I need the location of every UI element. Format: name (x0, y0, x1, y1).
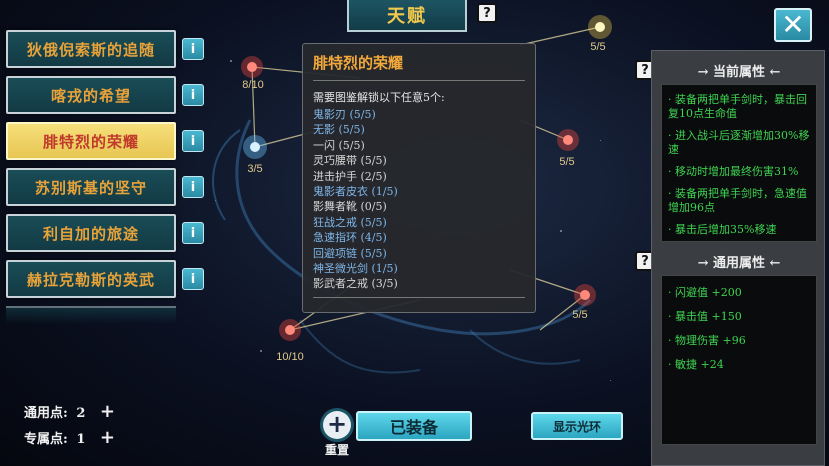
tooltip-item: 进击护手 (2/5) (313, 169, 387, 183)
attr-line: · 闪避值 +200 (668, 286, 742, 299)
reset-icon: + (323, 411, 351, 439)
info-icon[interactable]: i (182, 268, 204, 290)
close-icon: ✕ (781, 8, 805, 41)
talent-label: 腓特烈的荣耀 (42, 132, 139, 151)
talent-item-frederick[interactable]: 腓特烈的荣耀 (6, 122, 176, 160)
attr-line: · 敏捷 +24 (668, 358, 724, 371)
general-attrs-box: · 闪避值 +200 · 暴击值 +150 · 物理伤害 +96 · 敏捷 +2… (661, 275, 817, 445)
tooltip-item: 无影 (5/5) (313, 123, 365, 137)
node-value: 5/5 (590, 41, 605, 53)
show-aura-label: 显示光环 (552, 419, 601, 434)
tooltip-items: 鬼影刃 (5/5) 无影 (5/5) 一闪 (5/5) 灵巧腰带 (5/5) 进… (313, 107, 525, 292)
tooltip-item: 急速指环 (4/5) (313, 231, 387, 245)
talent-item-sobieski[interactable]: 苏别斯基的坚守 (6, 168, 176, 206)
current-attrs-box[interactable]: · 装备两把单手剑时，暴击回复10点生命值 · 进入战斗后逐渐增加30%移速 ·… (661, 84, 817, 242)
node-value: 3/5 (247, 163, 262, 175)
tooltip-divider (313, 297, 525, 298)
add-general-point-button[interactable]: + (100, 401, 115, 422)
node-value: 8/10 (242, 79, 263, 91)
talent-tooltip: 腓特烈的荣耀 需要图鉴解锁以下任意5个: 鬼影刃 (5/5) 无影 (5/5) … (302, 43, 536, 313)
tab-talent-label: 天赋 (387, 6, 427, 27)
reset-label: 重置 (324, 443, 349, 457)
node-5-5-top[interactable]: 5/5 (588, 15, 612, 53)
node-8-10[interactable]: 8/10 (241, 56, 264, 91)
tooltip-item: 鬼影者皮衣 (1/5) (313, 185, 398, 199)
talent-label: 狄俄倪索斯的追随 (26, 40, 155, 59)
talent-label: 喀戎的希望 (50, 86, 131, 105)
tooltip-item: 神圣微光剑 (1/5) (313, 262, 398, 276)
close-button[interactable]: ✕ (774, 8, 812, 42)
node-5-5-mid[interactable]: 5/5 (557, 129, 579, 168)
tooltip-requirement: 需要图鉴解锁以下任意5个: (313, 91, 445, 104)
show-aura-button[interactable]: 显示光环 (531, 412, 623, 440)
attr-line: · 暴击后增加35%移速 (668, 223, 777, 236)
node-value: 5/5 (559, 156, 574, 168)
current-attrs-title: → 当前属性 ← (697, 65, 781, 80)
attr-line: · 暴击值 +150 (668, 310, 742, 323)
general-attrs-title: → 通用属性 ← (697, 256, 781, 271)
talent-item-chiron[interactable]: 喀戎的希望 (6, 76, 176, 114)
reset-button[interactable]: + 重置 (320, 411, 354, 458)
talent-label: 利自加的旅途 (42, 224, 139, 243)
attr-line: · 物理伤害 +96 (668, 334, 746, 347)
attr-line: · 装备两把单手剑时，暴击回复10点生命值 (668, 93, 807, 120)
node-10-10[interactable]: 10/10 (276, 319, 304, 363)
tab-talent[interactable]: 天赋 (347, 0, 467, 32)
general-points-label: 通用点: (24, 406, 68, 421)
info-icon[interactable]: i (182, 222, 204, 244)
node-value: 5/5 (572, 309, 587, 321)
equipped-button[interactable]: 已装备 (356, 411, 472, 441)
attr-line: · 移动时增加最终伤害31% (668, 165, 799, 178)
talent-item-dionysus[interactable]: 狄俄倪索斯的追随 (6, 30, 176, 68)
attributes-panel: → 当前属性 ← · 装备两把单手剑时，暴击回复10点生命值 · 进入战斗后逐渐… (651, 50, 825, 466)
tooltip-item: 狂战之戒 (5/5) (313, 215, 387, 229)
talent-label: 苏别斯基的坚守 (34, 178, 147, 197)
info-icon[interactable]: i (182, 38, 204, 60)
attr-line: · 进入战斗后逐渐增加30%移速 (668, 129, 810, 156)
tooltip-title: 腓特烈的荣耀 (313, 52, 525, 81)
general-points-value: 2 (76, 406, 86, 421)
tooltip-item: 影舞者靴 (0/5) (313, 200, 387, 214)
talent-label: 赫拉克勒斯的英武 (26, 270, 155, 289)
special-points-label: 专属点: (24, 432, 68, 447)
help-icon[interactable]: ? (477, 3, 497, 23)
tooltip-item: 鬼影刃 (5/5) (313, 108, 376, 121)
special-points: 专属点: 1 + (24, 427, 115, 448)
tooltip-item: 一闪 (5/5) (313, 138, 365, 152)
attr-line: · 装备两把单手剑时，急速值增加96点 (668, 187, 807, 214)
equipped-label: 已装备 (389, 418, 438, 437)
talent-list-overflow[interactable] (6, 306, 176, 324)
talent-item-journey[interactable]: 利自加的旅途 (6, 214, 176, 252)
add-special-point-button[interactable]: + (100, 427, 115, 448)
special-points-value: 1 (76, 432, 86, 447)
info-icon[interactable]: i (182, 130, 204, 152)
tooltip-item: 回避项链 (5/5) (313, 246, 387, 260)
node-3-5[interactable]: 3/5 (243, 135, 267, 175)
node-value: 10/10 (276, 351, 304, 363)
tooltip-item: 影武者之戒 (3/5) (313, 277, 398, 291)
info-icon[interactable]: i (182, 84, 204, 106)
general-points: 通用点: 2 + (24, 401, 115, 422)
info-icon[interactable]: i (182, 176, 204, 198)
talent-item-hercules[interactable]: 赫拉克勒斯的英武 (6, 260, 176, 298)
tooltip-item: 灵巧腰带 (5/5) (313, 154, 387, 168)
